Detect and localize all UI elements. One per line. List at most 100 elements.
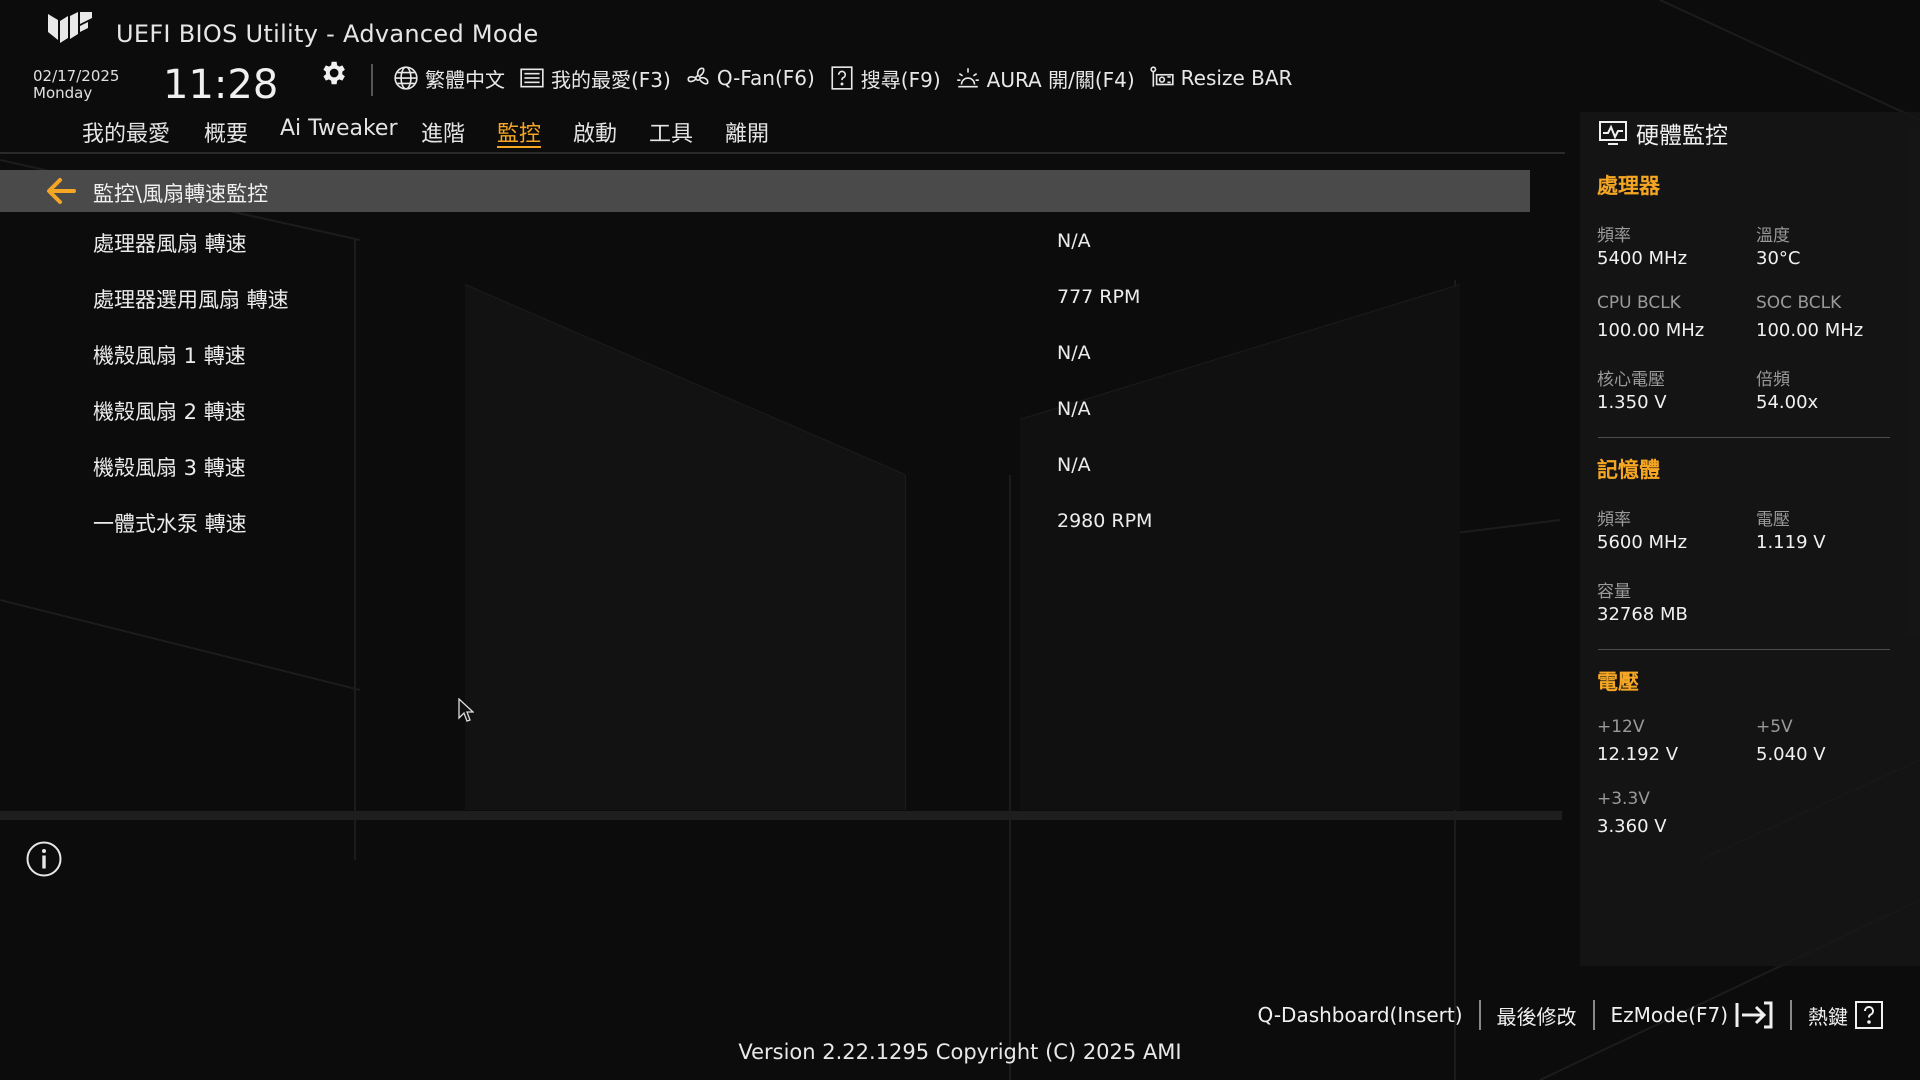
fan-row-cpu-opt[interactable]: 處理器選用風扇 轉速 777 RPM (0, 284, 1530, 336)
favorites-button[interactable]: 我的最愛(F3) (519, 62, 671, 94)
tab-boot[interactable]: 啟動 (573, 116, 617, 148)
fan-icon (687, 67, 709, 85)
tab-monitor[interactable]: 監控 (497, 116, 541, 148)
row-label: 機殼風扇 1 轉速 (93, 344, 246, 368)
tab-overview[interactable]: 概要 (204, 116, 248, 148)
favorites-label: 我的最愛(F3) (551, 67, 671, 92)
row-label: 處理器選用風扇 轉速 (93, 288, 289, 312)
v12-label: +12V (1597, 717, 1645, 737)
row-value: N/A (1057, 398, 1091, 420)
cpu-bclk-label: CPU BCLK (1597, 293, 1681, 313)
cpu-bclk-value: 100.00 MHz (1597, 320, 1705, 341)
toolbar-divider (371, 64, 373, 96)
breadcrumb: 監控\風扇轉速監控 (0, 170, 1530, 212)
date-text: 02/17/2025 (33, 67, 120, 85)
search-label: 搜尋(F9) (860, 67, 941, 92)
cpu-ratio-value: 54.00x (1756, 392, 1819, 413)
row-value: N/A (1057, 454, 1091, 476)
cpu-temp-label: 溫度 (1756, 226, 1790, 246)
date-display: 02/17/2025 Monday (33, 68, 119, 102)
exit-arrow-icon (1735, 1001, 1773, 1029)
mem-capacity-label: 容量 (1597, 582, 1631, 602)
tab-advanced[interactable]: 進階 (421, 116, 465, 148)
info-icon (26, 841, 62, 877)
resize-bar-label: Resize BAR (1180, 66, 1293, 90)
main-nav-tabs: 我的最愛 概要 Ai Tweaker 進階 監控 啟動 工具 離開 (0, 112, 1565, 154)
row-label: 機殼風扇 2 轉速 (93, 400, 246, 424)
version-text: Version 2.22.1295 Copyright (C) 2025 AMI (738, 1040, 1182, 1064)
hotkeys-button[interactable]: 熱鍵 (1792, 1000, 1900, 1030)
weekday-text: Monday (33, 84, 93, 102)
tab-favorites[interactable]: 我的最愛 (82, 116, 170, 148)
nav-divider (0, 152, 1565, 154)
v5-label: +5V (1756, 717, 1793, 737)
ezmode-button[interactable]: EzMode(F7) (1595, 1001, 1790, 1029)
v33-value: 3.360 V (1597, 816, 1667, 837)
v12-value: 12.192 V (1597, 744, 1679, 765)
ezmode-label: EzMode(F7) (1610, 1003, 1728, 1027)
mem-freq-label: 頻率 (1597, 510, 1631, 530)
mem-capacity-value: 32768 MB (1597, 604, 1688, 625)
globe-icon (394, 66, 418, 90)
qdashboard-button[interactable]: Q-Dashboard(Insert) (1242, 1003, 1479, 1027)
voltage-heading: 電壓 (1597, 670, 1639, 694)
row-value: N/A (1057, 230, 1091, 252)
qdashboard-label: Q-Dashboard(Insert) (1257, 1003, 1463, 1027)
help-panel-divider (0, 811, 1562, 820)
tab-ai-tweaker[interactable]: Ai Tweaker (280, 116, 398, 141)
app-title: UEFI BIOS Utility - Advanced Mode (116, 20, 539, 48)
qfan-button[interactable]: Q-Fan(F6) (685, 62, 815, 94)
cpu-freq-label: 頻率 (1597, 226, 1631, 246)
row-value: 777 RPM (1057, 286, 1141, 308)
mem-volt-value: 1.119 V (1756, 532, 1826, 553)
gpu-card-icon (1150, 66, 1174, 87)
row-value: 2980 RPM (1057, 510, 1153, 532)
row-label: 一體式水泵 轉速 (93, 512, 247, 536)
last-modified-label: 最後修改 (1496, 1004, 1577, 1029)
fan-row-aio-pump[interactable]: 一體式水泵 轉速 2980 RPM (0, 508, 1530, 560)
v33-label: +3.3V (1597, 789, 1650, 809)
hw-monitor-title: 硬體監控 (1598, 116, 1728, 150)
search-button[interactable]: 搜尋(F9) (829, 62, 941, 94)
cpu-temp-value: 30°C (1756, 248, 1801, 269)
qfan-label: Q-Fan(F6) (716, 66, 815, 90)
cpu-vcore-label: 核心電壓 (1597, 370, 1665, 390)
resize-bar-button[interactable]: Resize BAR (1149, 62, 1293, 94)
aura-label: AURA 開/關(F4) (986, 67, 1135, 92)
gear-icon[interactable] (318, 58, 348, 88)
fan-row-chassis-3[interactable]: 機殼風扇 3 轉速 N/A (0, 452, 1530, 504)
back-arrow-icon[interactable] (44, 176, 78, 206)
cpu-vcore-value: 1.350 V (1597, 392, 1667, 413)
mouse-cursor-icon (458, 698, 474, 722)
tuf-logo-icon (48, 12, 92, 43)
last-modified-button[interactable]: 最後修改 (1481, 1001, 1593, 1030)
row-label: 處理器風扇 轉速 (93, 232, 247, 256)
help-panel (0, 820, 1565, 966)
aura-light-icon (956, 68, 979, 88)
help-box-icon (1855, 1001, 1883, 1029)
hotkeys-label: 熱鍵 (1808, 1004, 1848, 1029)
soc-bclk-value: 100.00 MHz (1756, 320, 1864, 341)
hw-title-label: 硬體監控 (1636, 123, 1728, 149)
breadcrumb-path: 監控\風扇轉速監控 (93, 182, 269, 206)
toolbar: 繁體中文 我的最愛(F3) Q-Fan(F6) 搜尋(F9) AURA 開/關(… (393, 62, 1292, 94)
fan-row-chassis-1[interactable]: 機殼風扇 1 轉速 N/A (0, 340, 1530, 392)
footer-links: Q-Dashboard(Insert) 最後修改 EzMode(F7) 熱鍵 (1242, 1000, 1900, 1030)
header-bar: UEFI BIOS Utility - Advanced Mode 02/17/… (0, 0, 1920, 112)
fan-row-cpu[interactable]: 處理器風扇 轉速 N/A (0, 228, 1530, 280)
v5-value: 5.040 V (1756, 744, 1826, 765)
tab-exit[interactable]: 離開 (725, 116, 769, 148)
mem-volt-label: 電壓 (1756, 510, 1790, 530)
list-icon (520, 68, 544, 88)
hw-divider (1598, 649, 1890, 650)
mem-freq-value: 5600 MHz (1597, 532, 1688, 553)
language-label: 繁體中文 (425, 67, 505, 92)
soc-bclk-label: SOC BCLK (1756, 293, 1842, 313)
language-button[interactable]: 繁體中文 (393, 62, 505, 94)
aura-button[interactable]: AURA 開/關(F4) (955, 62, 1135, 94)
memory-heading: 記憶體 (1597, 458, 1660, 482)
help-search-icon (831, 66, 853, 90)
tab-tool[interactable]: 工具 (649, 116, 693, 148)
hw-divider (1598, 437, 1890, 438)
fan-row-chassis-2[interactable]: 機殼風扇 2 轉速 N/A (0, 396, 1530, 448)
